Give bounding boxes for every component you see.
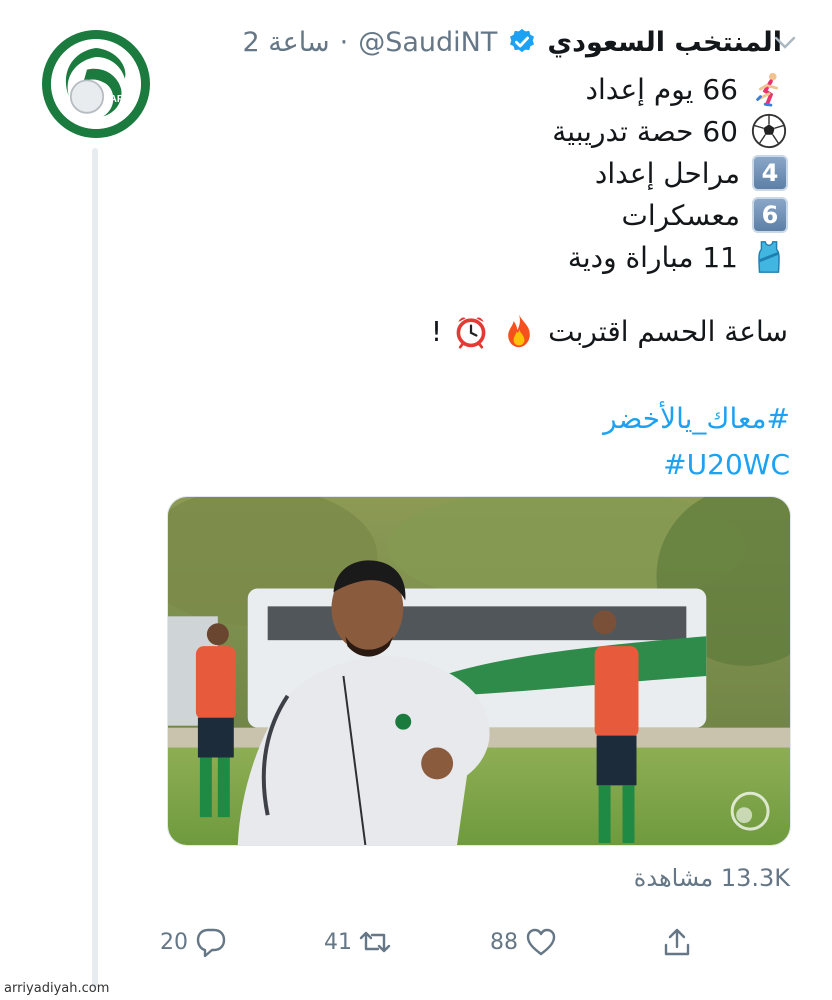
tweet-time[interactable]: 2 ساعة <box>242 27 329 58</box>
avatar[interactable]: SAFF <box>42 30 150 138</box>
closing-exclamation: ! <box>430 314 443 348</box>
tweet-actions: 20 41 88 <box>0 918 832 966</box>
chevron-down-icon[interactable] <box>770 30 800 54</box>
verified-badge-icon <box>510 28 535 53</box>
tweet-body: 66 يوم إعداد 60 حصة تدريبية 4 مراحل إعدا… <box>552 68 788 278</box>
runner-emoji-icon <box>750 70 788 108</box>
retweet-count: 41 <box>324 929 352 955</box>
retweet-button[interactable]: 41 <box>324 918 392 966</box>
separator-dot: · <box>339 26 349 58</box>
like-button[interactable]: 88 <box>490 918 558 966</box>
like-count: 88 <box>490 929 518 955</box>
retweet-icon <box>359 931 391 953</box>
keycap-4-emoji-icon: 4 <box>752 155 788 191</box>
source-watermark: arriyadiyah.com <box>4 981 110 996</box>
video-thumbnail[interactable] <box>167 496 791 846</box>
author-name[interactable]: المنتخب السعودي <box>547 27 782 58</box>
saff-logo-icon: SAFF <box>51 39 141 129</box>
tweet-line-text: 60 حصة تدريبية <box>552 114 738 148</box>
author-handle[interactable]: @SaudiNT <box>358 27 497 58</box>
jersey-emoji-icon <box>750 238 788 276</box>
tweet-line: 4 مراحل إعداد <box>552 152 788 194</box>
closing-text: ساعة الحسم اقتربت <box>548 314 788 348</box>
keycap-6-emoji-icon: 6 <box>752 197 788 233</box>
tweet-line-text: مراحل إعداد <box>594 156 740 190</box>
tweet-header: المنتخب السعودي @SaudiNT · 2 ساعة <box>242 22 782 62</box>
reply-icon <box>196 928 226 958</box>
tweet-line: 66 يوم إعداد <box>552 68 788 110</box>
fire-emoji-icon <box>500 312 538 350</box>
share-button[interactable] <box>660 918 694 966</box>
avatar-logo-text: SAFF <box>103 94 129 105</box>
closing-line: ساعة الحسم اقتربت ! <box>431 312 788 350</box>
share-icon <box>664 928 690 956</box>
tweet-line: 11 مباراة ودية <box>552 236 788 278</box>
reply-count: 20 <box>160 929 188 955</box>
tweet-line: 6 معسكرات <box>552 194 788 236</box>
tweet-line-text: معسكرات <box>621 198 740 232</box>
tweet-line-text: 11 مباراة ودية <box>567 240 738 274</box>
soccer-ball-emoji-icon <box>750 112 788 150</box>
tweet-line: 60 حصة تدريبية <box>552 110 788 152</box>
heart-icon <box>526 928 556 956</box>
alarm-clock-emoji-icon <box>452 312 490 350</box>
hashtags: #معاك_يالأخضر #U20WC <box>603 396 790 488</box>
reply-button[interactable]: 20 <box>160 918 228 966</box>
view-count: 13.3K مشاهدة <box>633 864 790 892</box>
hashtag-link[interactable]: #معاك_يالأخضر <box>603 396 790 442</box>
thread-line <box>92 148 98 988</box>
hashtag-link[interactable]: #U20WC <box>603 442 790 488</box>
tweet-line-text: 66 يوم إعداد <box>585 72 738 106</box>
